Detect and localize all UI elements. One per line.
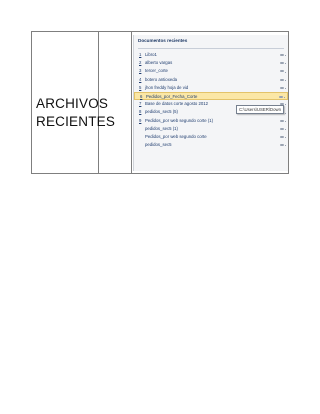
archivos-recientes-label: ARCHIVOS RECIENTES	[36, 95, 115, 131]
table-column-divider	[131, 32, 132, 173]
recent-document-item[interactable]: 3 tercer_corte	[134, 67, 288, 75]
label-line-1: ARCHIVOS	[36, 96, 109, 111]
path-tooltip: C:\Users\USER\Down	[236, 105, 285, 114]
item-number: 9	[139, 117, 142, 123]
item-number: 8	[139, 109, 142, 115]
pin-icon[interactable]	[280, 144, 286, 147]
item-number: 4	[139, 76, 142, 82]
item-filename: pedidos_sec5	[145, 142, 172, 148]
item-filename: Pedidos_por web segundo corte	[145, 133, 207, 139]
recent-document-item[interactable]: 2 alberto vargas	[134, 59, 288, 67]
recent-document-item[interactable]: Pedidos_por web segundo corte	[134, 133, 288, 141]
recent-document-item[interactable]: 5 jhon freddy hoja de vid	[134, 84, 288, 92]
item-filename: pedidos_sec5 (5)	[145, 109, 178, 115]
document-table: ARCHIVOS RECIENTES Documentos recientes …	[31, 31, 289, 174]
recent-documents-list: 1 Libro1 2 alberto vargas 3 tercer_corte 4 bote…	[134, 51, 288, 149]
item-number: 7	[139, 101, 142, 107]
title-divider	[138, 48, 284, 49]
recent-document-item[interactable]: 4 botero antioxeda	[134, 76, 288, 84]
item-filename: Pedidos_por web segundo corte (1)	[145, 117, 214, 123]
label-line-2: RECIENTES	[36, 114, 116, 129]
item-number: 3	[139, 68, 142, 74]
pin-icon[interactable]	[280, 54, 286, 56]
recent-documents-screenshot: Documentos recientes 1 Libro1 2 alberto var…	[133, 35, 288, 171]
recent-document-item[interactable]: 1 Libro1	[134, 51, 288, 59]
item-number: 5	[139, 84, 142, 90]
pin-icon[interactable]	[280, 119, 286, 122]
pin-icon[interactable]	[280, 135, 286, 138]
item-filename: tercer_corte	[145, 68, 168, 74]
item-number: 1	[139, 52, 142, 57]
item-filename: Libro1	[145, 52, 157, 57]
panel-title: Documentos recientes	[138, 38, 188, 43]
pin-icon[interactable]	[280, 78, 286, 81]
item-filename: jhon freddy hoja de vid	[145, 84, 189, 90]
recent-document-item[interactable]: pedidos_sec5 (1)	[134, 125, 288, 133]
item-filename: alberto vargas	[145, 60, 173, 66]
recent-document-item[interactable]: pedidos_sec5	[134, 141, 288, 149]
item-filename: botero antioxeda	[145, 76, 178, 82]
recent-document-item[interactable]: 9 Pedidos_por web segundo corte (1)	[134, 117, 288, 125]
pin-icon[interactable]	[280, 70, 286, 73]
item-filename: pedidos_sec5 (1)	[145, 125, 178, 131]
pin-icon[interactable]	[280, 62, 286, 65]
recent-document-item[interactable]: 6 Pedidos_por_Fecha_Corte	[134, 91, 288, 101]
item-number: 2	[139, 60, 142, 66]
item-filename: Base de datos corte agosto 2012	[145, 101, 209, 107]
pin-icon[interactable]	[279, 95, 285, 98]
pin-icon[interactable]	[280, 127, 286, 130]
pin-icon[interactable]	[280, 86, 286, 89]
